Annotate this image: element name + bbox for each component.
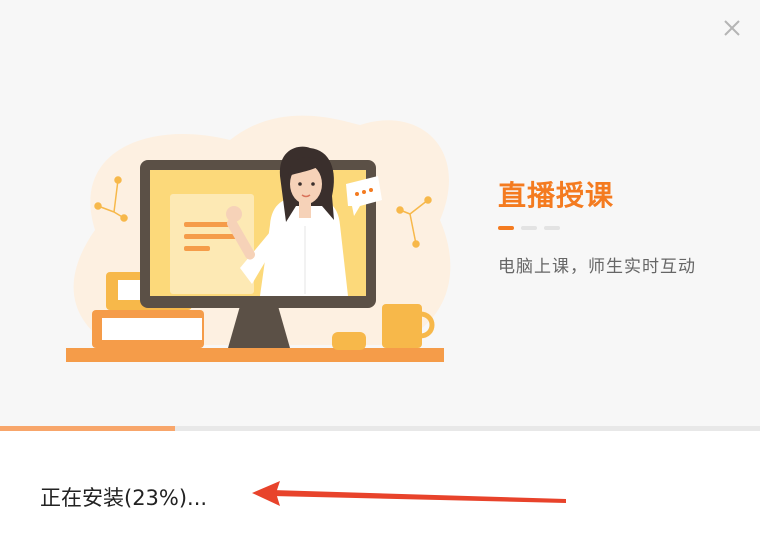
install-progress-bar	[0, 426, 760, 431]
close-button[interactable]	[720, 16, 744, 40]
slide-dot[interactable]	[544, 226, 560, 230]
install-status-text: 正在安装(23%)...	[40, 486, 208, 510]
desk-box	[332, 332, 366, 350]
hero-panel: 直播授课 电脑上课，师生实时互动	[0, 0, 760, 426]
feature-subtitle: 电脑上课，师生实时互动	[498, 257, 696, 277]
desk	[66, 348, 444, 362]
feature-title: 直播授课	[498, 179, 615, 212]
arrow-shaft	[272, 490, 566, 503]
live-class-illustration	[66, 115, 451, 362]
close-icon	[724, 20, 740, 36]
arrow-head	[252, 481, 280, 506]
slide-dot-active[interactable]	[498, 226, 514, 230]
install-progress-fill	[0, 426, 175, 431]
slide-dot[interactable]	[521, 226, 537, 230]
